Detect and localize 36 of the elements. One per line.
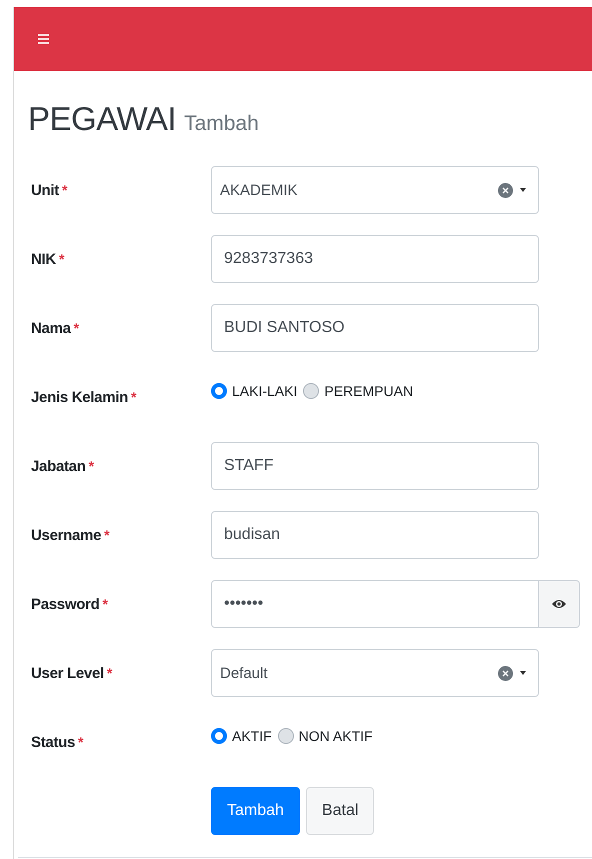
submit-button[interactable]: Tambah xyxy=(211,787,300,835)
field-label: Jenis Kelamin * xyxy=(31,388,138,406)
menu-button[interactable] xyxy=(36,31,51,47)
eye-icon xyxy=(552,598,566,610)
radio-option[interactable]: NON AKTIF xyxy=(278,728,373,744)
field-label: Username * xyxy=(31,526,110,544)
radio-button[interactable] xyxy=(278,728,294,744)
menu-icon xyxy=(38,33,49,45)
select-field[interactable]: AKADEMIK xyxy=(211,166,539,214)
field-label: Status * xyxy=(31,734,84,750)
text-field[interactable]: STAFF xyxy=(211,442,539,490)
field-label: User Level * xyxy=(31,664,114,682)
password-field[interactable]: ••••••• xyxy=(211,580,539,628)
caret-icon xyxy=(520,671,526,675)
field-label: NIK * xyxy=(31,250,66,268)
page-subtitle: Tambah xyxy=(184,112,259,136)
radio-button[interactable] xyxy=(211,383,227,399)
caret-icon xyxy=(520,188,526,192)
field-label: Nama * xyxy=(31,320,80,336)
cancel-button[interactable]: Batal xyxy=(306,787,374,835)
clear-icon[interactable] xyxy=(498,666,513,680)
field-label: Unit * xyxy=(31,182,68,198)
show-password-button[interactable] xyxy=(539,580,580,628)
radio-option[interactable]: LAKI-LAKI xyxy=(211,383,298,399)
select-field[interactable]: Default xyxy=(211,649,539,697)
radio-button[interactable] xyxy=(211,728,227,744)
field-label: Password * xyxy=(31,596,109,612)
radio-option[interactable]: AKTIF xyxy=(211,728,272,744)
radio-button[interactable] xyxy=(303,383,320,399)
text-field[interactable]: budisan xyxy=(211,511,539,559)
clear-icon[interactable] xyxy=(498,182,513,198)
text-field[interactable]: BUDI SANTOSO xyxy=(211,304,539,352)
text-field[interactable]: 9283737363 xyxy=(211,235,539,283)
radio-option[interactable]: PEREMPUAN xyxy=(303,383,414,399)
field-label: Jabatan * xyxy=(31,458,95,474)
page-title: PEGAWAI xyxy=(28,100,176,138)
